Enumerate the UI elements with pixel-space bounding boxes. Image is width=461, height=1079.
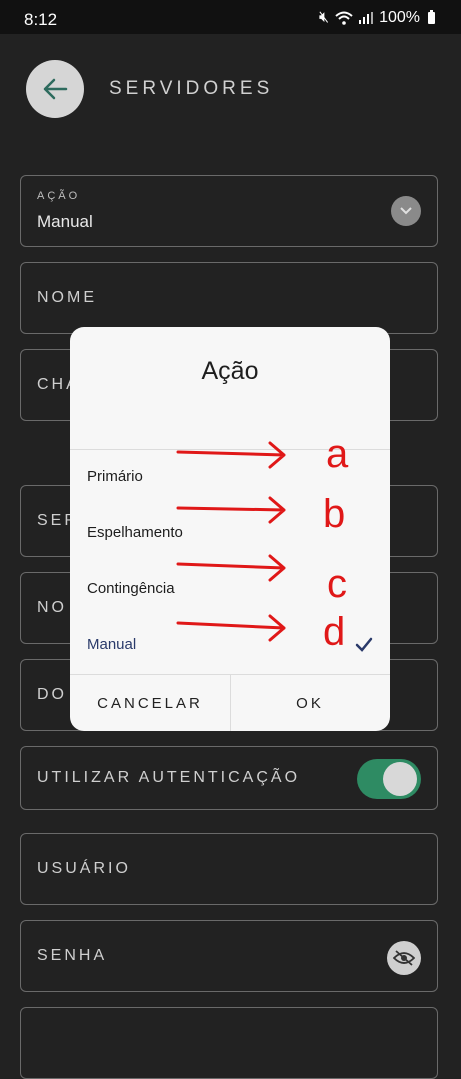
check-icon xyxy=(355,637,373,652)
toggle-knob xyxy=(383,762,417,796)
autenticacao-row: UTILIZAR AUTENTICAÇÃO xyxy=(20,746,438,810)
dialog-actions: CANCELAR OK xyxy=(70,675,390,731)
acao-select[interactable]: AÇÃO Manual xyxy=(20,175,438,247)
dialog-title: Ação xyxy=(201,357,259,385)
dominio-label: DO xyxy=(37,686,67,703)
next-field[interactable] xyxy=(20,1007,438,1079)
autenticacao-toggle[interactable] xyxy=(357,759,421,799)
ok-button[interactable]: OK xyxy=(230,675,390,731)
senha-field[interactable]: SENHA xyxy=(20,920,438,992)
nome-field[interactable]: NOME xyxy=(20,262,438,334)
senha-label: SENHA xyxy=(37,947,108,964)
annotation-letter-a: a xyxy=(326,432,349,476)
battery-percent: 100% xyxy=(379,9,420,26)
wifi-icon xyxy=(335,11,353,25)
option-label: Primário xyxy=(87,468,143,485)
page-title: SERVIDORES xyxy=(109,78,274,99)
option-label: Espelhamento xyxy=(87,524,183,541)
option-label: Manual xyxy=(87,636,137,653)
battery-icon xyxy=(428,10,435,24)
back-button[interactable] xyxy=(26,60,84,118)
nome-label: NOME xyxy=(37,289,97,306)
usuario-label: USUÁRIO xyxy=(37,860,131,877)
annotation-letter-d: d xyxy=(323,610,346,654)
chevron-down-icon[interactable] xyxy=(391,196,421,226)
signal-icon xyxy=(359,12,374,24)
annotation-letter-c: c xyxy=(327,562,347,606)
autenticacao-label: UTILIZAR AUTENTICAÇÃO xyxy=(37,769,301,786)
cancel-button[interactable]: CANCELAR xyxy=(70,675,230,731)
acao-label: AÇÃO xyxy=(37,190,81,202)
arrow-left-icon xyxy=(43,78,68,100)
status-time: 8:12 xyxy=(24,10,58,29)
acao-value: Manual xyxy=(37,212,93,231)
status-bar: 8:12 🔇︎ 100% xyxy=(0,0,461,34)
usuario-field[interactable]: USUÁRIO xyxy=(20,833,438,905)
nome2-label: NO xyxy=(37,599,67,616)
annotation-letter-b: b xyxy=(323,492,346,536)
mute-icon: 🔇︎ xyxy=(318,9,330,26)
option-label: Contingência xyxy=(87,580,175,597)
eye-off-icon[interactable] xyxy=(387,941,421,975)
status-icons: 🔇︎ 100% xyxy=(319,9,435,27)
